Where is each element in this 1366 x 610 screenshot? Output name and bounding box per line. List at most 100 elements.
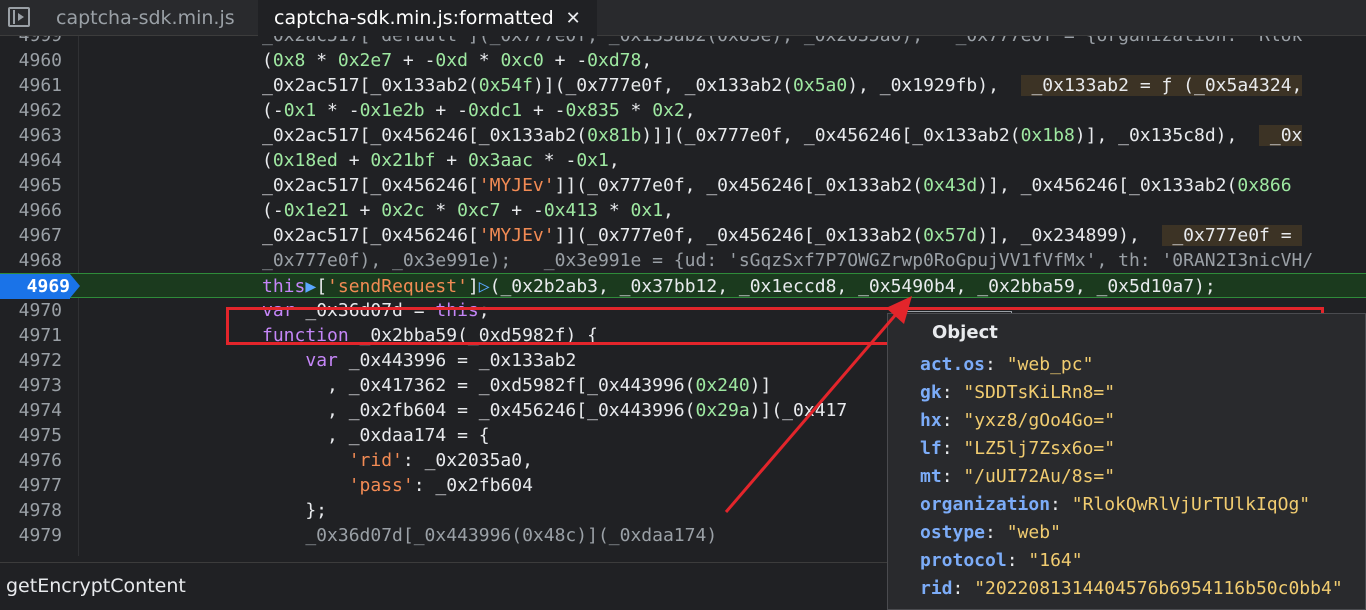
code-token: 'rid' [348,450,403,471]
object-property: gk: "SDDTsKiLRn8=" [920,382,1115,403]
code-token: : _0x2035a0, [402,450,533,471]
code-text: _0x2ac517[_0x456246['MYJEv']](_0x777e0f,… [262,223,1303,248]
code-token: , [641,50,653,71]
line-number[interactable]: 4973 [0,373,62,398]
code-token: * - [532,150,577,171]
code-text: _0x2ac517[_0x456246[_0x133ab2(0x81b)]](_… [262,123,1303,148]
code-text: }; [262,498,327,523]
code-line-current[interactable]: 4969 this▶['sendRequest']▷(_0x2b2ab3, _0x… [0,273,1366,299]
code-token: ), _0x1929fb), [847,75,1021,96]
code-token: + [337,150,371,171]
property-separator: : [1050,494,1072,515]
line-number[interactable]: 4962 [0,98,62,123]
code-token: }; [262,500,328,521]
status-bar: getEncryptContent [0,562,888,610]
code-token: var [305,350,338,371]
code-token: * [424,200,458,221]
code-line[interactable]: 4962 (-0x1 * -0x1e2b + -0xdc1 + -0x835 * … [0,98,1366,123]
code-text: , _0x2fb604 = _0x456246[_0x443996(0x29a)… [262,398,847,423]
line-number[interactable]: 4961 [0,73,62,98]
code-token: this [262,276,306,297]
code-token: 0x43d [923,175,978,196]
tab-captcha-sdk-min-js[interactable]: captcha-sdk.min.js [40,0,251,36]
panel-toggle-icon[interactable] [8,7,30,27]
code-token: _0x2ac517[_0x456246[_0x133ab2( [262,125,588,146]
tab-captcha-sdk-min-js-formatted[interactable]: captcha-sdk.min.js:formatted ✕ [258,0,597,36]
code-token: 0x413 [543,200,599,221]
line-number[interactable]: 4960 [0,48,62,73]
code-token: _0x777e0f = [1161,225,1303,246]
line-number[interactable]: 4965 [0,173,62,198]
property-separator: : [941,466,964,487]
code-token: * [467,50,501,71]
line-number[interactable]: 4970 [0,298,62,323]
code-text: (0x18ed + 0x21bf + 0x3aac * -0x1, [262,148,620,173]
code-token: ] [467,276,479,297]
property-key: hx [920,410,942,431]
line-number[interactable]: 4977 [0,473,62,498]
code-token: , _0x417362 = _0xd5982f[_0x443996( [262,375,696,396]
code-line[interactable]: 4967 _0x2ac517[_0x456246['MYJEv']](_0x777… [0,223,1366,248]
code-text: _0x777e0f), _0x3e991e); _0x3e991e = {ud:… [262,248,1313,273]
code-token: * [619,100,653,121]
editor-tab-bar: captcha-sdk.min.js captcha-sdk.min.js:fo… [0,0,1366,36]
code-token: 0x29a [695,400,750,421]
line-number[interactable]: 4971 [0,323,62,348]
line-number[interactable]: 4966 [0,198,62,223]
code-text: _0x2ac517['default'](_0x777e0f, _0x133ab… [262,36,1302,48]
code-token: 0x1e21 [283,200,349,221]
property-value: "SDDTsKiLRn8=" [963,382,1116,403]
object-property: mt: "/uUI72Au/8s=" [920,466,1115,487]
property-separator: : [1006,550,1029,571]
property-key: mt [920,466,942,487]
object-property: protocol: "164" [920,550,1083,571]
code-text: 'rid': _0x2035a0, [262,448,533,473]
line-number[interactable]: 4978 [0,498,62,523]
property-key: organization [920,494,1051,515]
line-number[interactable]: 4968 [0,248,62,273]
code-token: + [348,200,382,221]
code-token: 0xc0 [500,50,544,71]
code-token: 0xd [435,50,468,71]
line-number[interactable]: 4967 [0,223,62,248]
code-token: ( [262,50,273,71]
code-line[interactable]: 4964 (0x18ed + 0x21bf + 0x3aac * -0x1, [0,148,1366,173]
property-value: "yxz8/gOo4Go=" [963,410,1116,431]
code-line[interactable]: 4999 _0x2ac517['default'](_0x777e0f, _0x1… [0,36,1366,48]
close-icon[interactable]: ✕ [566,1,581,37]
code-text: 'pass': _0x2fb604 [262,473,533,498]
property-value: "/uUI72Au/8s=" [963,466,1116,487]
line-number[interactable]: 4963 [0,123,62,148]
code-line[interactable]: 4961 _0x2ac517[_0x133ab2(0x54f)](_0x777e0… [0,73,1366,98]
property-key: lf [920,438,942,459]
line-number[interactable]: 4999 [0,36,62,48]
line-number[interactable]: 4975 [0,423,62,448]
line-number[interactable]: 4976 [0,448,62,473]
property-key: gk [920,382,942,403]
code-token: 0xd78 [587,50,642,71]
code-text: _0x2ac517[_0x133ab2(0x54f)](_0x777e0f, _… [262,73,1303,98]
code-token: 0x1 [576,150,609,171]
code-line[interactable]: 4966 (-0x1e21 + 0x2c * 0xc7 + -0x413 * 0x… [0,198,1366,223]
code-token: + - [522,100,566,121]
code-text: , _0xdaa174 = { [262,423,490,448]
code-line[interactable]: 4963 _0x2ac517[_0x456246[_0x133ab2(0x81b)… [0,123,1366,148]
code-line[interactable]: 4960 (0x8 * 0x2e7 + -0xd * 0xc0 + -0xd78, [0,48,1366,73]
line-number[interactable]: 4979 [0,523,62,548]
line-number[interactable]: 4972 [0,348,62,373]
code-token: 0x5a0 [793,75,848,96]
property-value: "2022081314404576b6954116b50c0bb4" [974,578,1343,599]
property-value: "164" [1028,550,1083,571]
code-token: _0x36d07d[_0x443996(0x48c)](_0xdaa174) [262,525,718,546]
code-text: (-0x1e21 + 0x2c * 0xc7 + -0x413 * 0x1, [262,198,674,223]
code-line[interactable]: 4965 _0x2ac517[_0x456246['MYJEv']](_0x777… [0,173,1366,198]
code-token: _0x2ac517[_0x133ab2( [262,75,479,96]
line-number[interactable]: 4964 [0,148,62,173]
code-line[interactable]: 4968 _0x777e0f), _0x3e991e); _0x3e991e = … [0,248,1366,273]
line-number[interactable]: 4974 [0,398,62,423]
breakpoint-line-number[interactable]: 4969 [0,274,80,299]
object-property: ostype: "web" [920,522,1061,543]
code-token: )]](_0x777e0f, _0x456246[_0x133ab2( [641,125,1021,146]
code-token: ( [262,150,273,171]
